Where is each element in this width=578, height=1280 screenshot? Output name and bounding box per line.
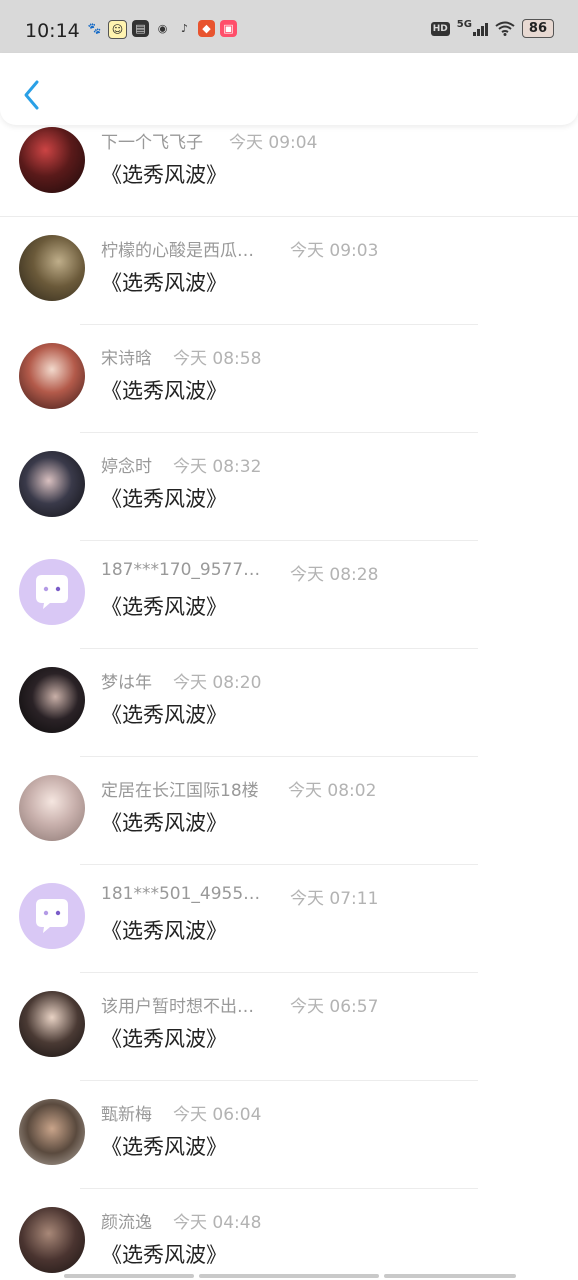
list-item[interactable]: 定居在长江国际18楼 今天 08:02 《选秀风波》 <box>0 757 578 865</box>
list-item[interactable]: 该用户暂时想不出… 今天 06:57 《选秀风波》 <box>0 973 578 1081</box>
list-item[interactable]: 梦は年 今天 08:20 《选秀风波》 <box>0 649 578 757</box>
user-name: 婷念时 <box>101 457 152 477</box>
chat-bubble-icon <box>36 575 68 609</box>
user-name: 181***501_4955… <box>101 884 261 904</box>
user-name: 该用户暂时想不出… <box>101 997 254 1017</box>
message-text: 《选秀风波》 <box>101 1135 227 1159</box>
timestamp: 今天 08:58 <box>173 349 262 369</box>
back-icon[interactable] <box>20 79 42 111</box>
list-item[interactable]: 宋诗晗 今天 08:58 《选秀风波》 <box>0 325 578 433</box>
user-name: 甄新梅 <box>101 1105 152 1125</box>
message-text: 《选秀风波》 <box>101 1027 227 1051</box>
battery-indicator: 86 <box>521 19 554 38</box>
list-item[interactable]: 颜流逸 今天 04:48 《选秀风波》 <box>0 1189 578 1280</box>
list-item[interactable]: 柠檬的心酸是西瓜… 今天 09:03 《选秀风波》 <box>0 217 578 325</box>
avatar[interactable] <box>19 1099 85 1165</box>
wifi-icon <box>495 21 515 36</box>
message-text: 《选秀风波》 <box>101 379 227 403</box>
user-name: 颜流逸 <box>101 1213 152 1233</box>
status-time: 10:14 <box>25 20 80 42</box>
tiktok-icon: ♪ <box>180 22 189 35</box>
avatar[interactable] <box>19 991 85 1057</box>
message-text: 《选秀风波》 <box>101 163 227 187</box>
timestamp: 今天 04:48 <box>173 1213 262 1233</box>
message-text: 《选秀风波》 <box>101 487 227 511</box>
avatar[interactable] <box>19 127 85 193</box>
avatar[interactable] <box>19 451 85 517</box>
list-item[interactable]: 婷念时 今天 08:32 《选秀风波》 <box>0 433 578 541</box>
timestamp: 今天 07:11 <box>290 889 379 909</box>
status-bar: 10:14 🐾 ☺ ▤ ◉ ♪ ◆ ▣ HD 5G 86 <box>0 0 578 53</box>
timestamp: 今天 08:32 <box>173 457 262 477</box>
timestamp: 今天 09:04 <box>229 133 318 153</box>
status-right: HD 5G 86 <box>430 19 554 38</box>
timestamp: 今天 06:57 <box>290 997 379 1017</box>
user-name: 下一个飞飞子 <box>101 133 203 153</box>
user-name: 柠檬的心酸是西瓜… <box>101 241 254 261</box>
app-pink-icon: ▣ <box>220 20 237 37</box>
user-name: 梦は年 <box>101 673 152 693</box>
nav-bar <box>0 53 578 125</box>
avatar[interactable] <box>19 559 85 625</box>
chat-bubble-icon <box>36 899 68 933</box>
timestamp: 今天 08:20 <box>173 673 262 693</box>
message-text: 《选秀风波》 <box>101 595 227 619</box>
avatar[interactable] <box>19 775 85 841</box>
list-item[interactable]: 187***170_9577… 今天 08:28 《选秀风波》 <box>0 541 578 649</box>
message-text: 《选秀风波》 <box>101 271 227 295</box>
list-item[interactable]: 甄新梅 今天 06:04 《选秀风波》 <box>0 1081 578 1189</box>
message-text: 《选秀风波》 <box>101 811 227 835</box>
user-name: 宋诗晗 <box>101 349 152 369</box>
user-name: 定居在长江国际18楼 <box>101 781 259 801</box>
avatar[interactable] <box>19 667 85 733</box>
taobao-icon: ◆ <box>198 20 215 37</box>
list-item[interactable]: 181***501_4955… 今天 07:11 《选秀风波》 <box>0 865 578 973</box>
scroll-indicator <box>64 1274 516 1278</box>
hd-icon: HD <box>430 21 450 36</box>
network-label: 5G <box>456 19 472 30</box>
notification-icons: 🐾 ☺ ▤ ◉ ♪ ◆ ▣ <box>86 20 237 39</box>
calendar-icon: ▤ <box>132 20 149 37</box>
timestamp: 今天 08:02 <box>288 781 377 801</box>
user-name: 187***170_9577… <box>101 560 261 580</box>
message-text: 《选秀风波》 <box>101 1243 227 1267</box>
timestamp: 今天 09:03 <box>290 241 379 261</box>
message-list[interactable]: 下一个飞飞子 今天 09:04 《选秀风波》 柠檬的心酸是西瓜… 今天 09:0… <box>0 125 578 1280</box>
timestamp: 今天 06:04 <box>173 1105 262 1125</box>
wechat-icon: ◉ <box>157 22 168 35</box>
signal-icon <box>472 22 488 36</box>
message-text: 《选秀风波》 <box>101 919 227 943</box>
avatar[interactable] <box>19 343 85 409</box>
message-text: 《选秀风波》 <box>101 703 227 727</box>
paw-icon: 🐾 <box>87 22 102 35</box>
list-item[interactable]: 下一个飞飞子 今天 09:04 《选秀风波》 <box>0 125 578 217</box>
avatar[interactable] <box>19 883 85 949</box>
avatar[interactable] <box>19 235 85 301</box>
timestamp: 今天 08:28 <box>290 565 379 585</box>
app-face-icon: ☺ <box>108 20 127 39</box>
avatar[interactable] <box>19 1207 85 1273</box>
